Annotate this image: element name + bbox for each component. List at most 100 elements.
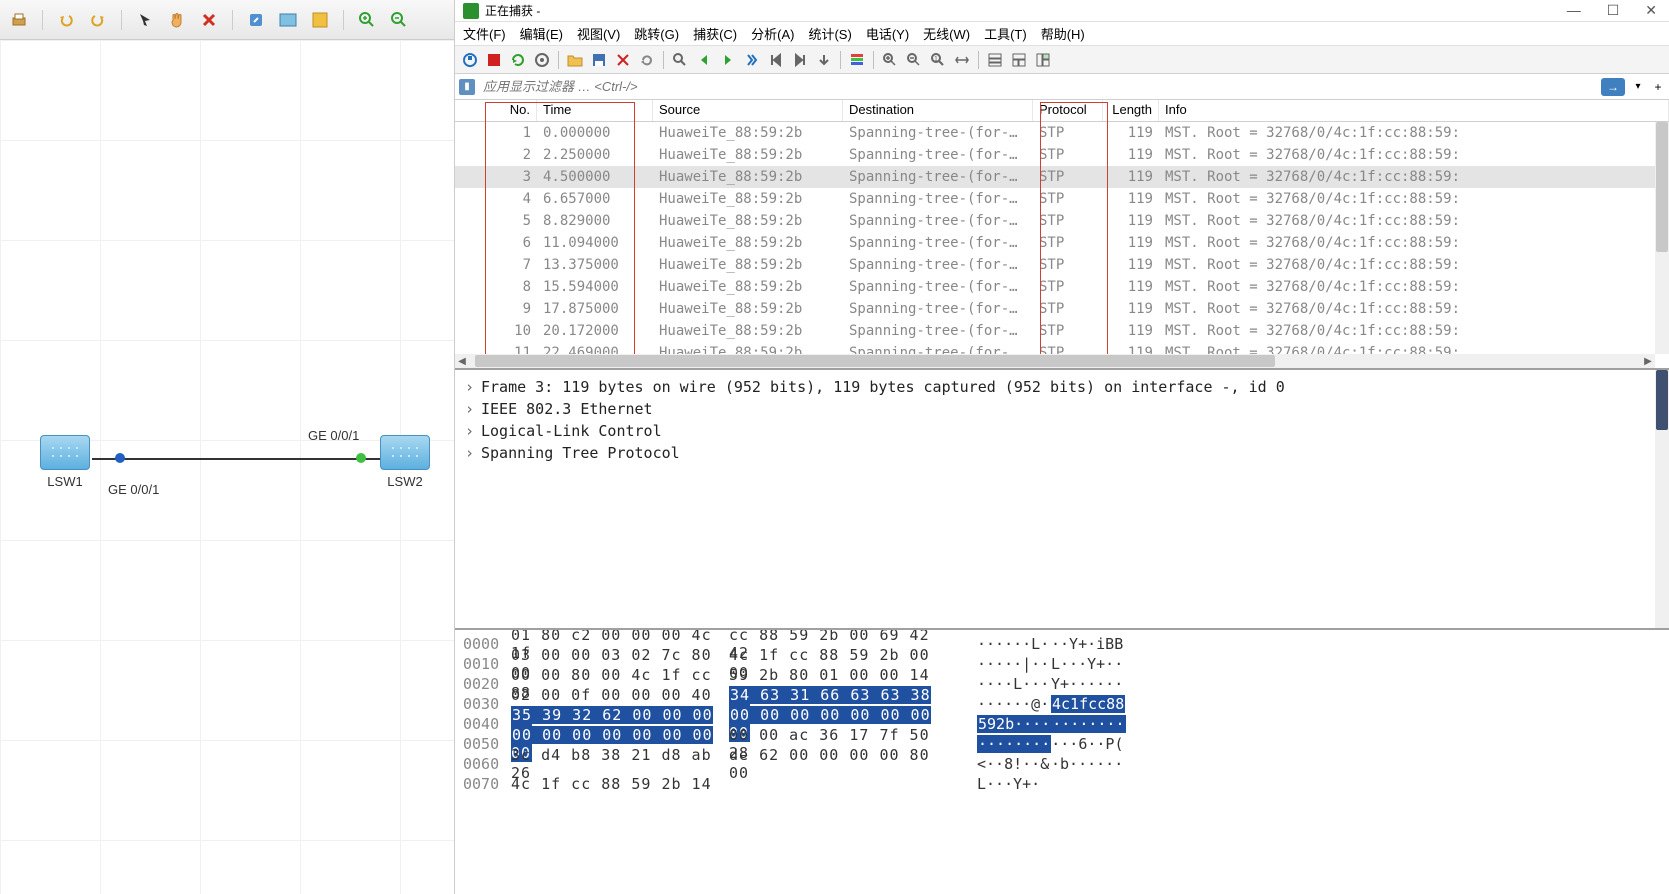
detail-llc: ›Logical-Link Control [465, 420, 1659, 442]
menu-analyze[interactable]: 分析(A) [751, 24, 794, 43]
first-packet-icon[interactable] [765, 49, 787, 71]
scroll-right-icon[interactable]: ▶ [1641, 354, 1655, 368]
auto-scroll-icon[interactable] [813, 49, 835, 71]
col-source[interactable]: Source [653, 100, 843, 121]
display-filter-input[interactable] [481, 77, 1595, 96]
zoom-out-icon[interactable] [903, 49, 925, 71]
layout1-icon[interactable] [984, 49, 1006, 71]
close-button[interactable]: ✕ [1641, 2, 1661, 19]
capture-options-icon[interactable] [531, 49, 553, 71]
menu-go[interactable]: 跳转(G) [634, 24, 679, 43]
capture-stop-icon[interactable] [483, 49, 505, 71]
link-line[interactable] [92, 458, 380, 460]
packet-row[interactable]: 917.875000HuaweiTe_88:59:2bSpanning-tree… [455, 298, 1669, 320]
switch-label: LSW1 [40, 474, 90, 489]
packet-row[interactable]: 22.250000HuaweiTe_88:59:2bSpanning-tree-… [455, 144, 1669, 166]
details-scroll-thumb[interactable] [1656, 370, 1668, 430]
hex-dump[interactable]: 000001 80 c2 00 00 00 4c 1fcc 88 59 2b 0… [455, 630, 1669, 894]
zoom-reset-icon[interactable]: 1 [927, 49, 949, 71]
menu-view[interactable]: 视图(V) [577, 24, 620, 43]
expand-icon[interactable]: › [465, 444, 475, 462]
add-filter-button[interactable]: + [1651, 78, 1665, 96]
last-packet-icon[interactable] [789, 49, 811, 71]
col-info[interactable]: Info [1159, 100, 1669, 121]
packet-row[interactable]: 58.829000HuaweiTe_88:59:2bSpanning-tree-… [455, 210, 1669, 232]
capture-restart-icon[interactable] [507, 49, 529, 71]
undo-icon[interactable] [55, 9, 77, 31]
expand-icon[interactable]: › [465, 400, 475, 418]
apply-filter-button[interactable]: → [1601, 78, 1625, 96]
switch-lsw1[interactable]: LSW1 [40, 435, 90, 489]
colorize-icon[interactable] [846, 49, 868, 71]
menu-capture[interactable]: 捕获(C) [693, 24, 737, 43]
delete-icon[interactable] [198, 9, 220, 31]
menu-file[interactable]: 文件(F) [463, 24, 506, 43]
zoom-in-icon[interactable] [879, 49, 901, 71]
hex-row[interactable]: 00704c 1f cc 88 59 2b 14L···Y+· [463, 774, 1661, 794]
detail-stp: ›Spanning Tree Protocol [465, 442, 1659, 464]
grid-icon[interactable] [309, 9, 331, 31]
packet-row[interactable]: 611.094000HuaweiTe_88:59:2bSpanning-tree… [455, 232, 1669, 254]
zoom-out-icon[interactable] [388, 9, 410, 31]
col-destination[interactable]: Destination [843, 100, 1033, 121]
col-time[interactable]: Time [537, 100, 653, 121]
switch-lsw2[interactable]: LSW2 [380, 435, 430, 489]
filter-bar: ▮ → ▾ + [455, 74, 1669, 100]
col-no[interactable]: No. [455, 100, 537, 121]
zoom-in-icon[interactable] [356, 9, 378, 31]
menu-stats[interactable]: 统计(S) [808, 24, 851, 43]
col-protocol[interactable]: Protocol [1033, 100, 1103, 121]
h-scrollbar[interactable]: ◀ ▶ [455, 354, 1655, 368]
layout2-icon[interactable] [1008, 49, 1030, 71]
v-scroll-thumb[interactable] [1656, 122, 1668, 252]
prev-packet-icon[interactable] [693, 49, 715, 71]
packet-row[interactable]: 1020.172000HuaweiTe_88:59:2bSpanning-tre… [455, 320, 1669, 342]
expand-icon[interactable]: › [465, 422, 475, 440]
wireshark-window: 正在捕获 - — ☐ ✕ 文件(F) 编辑(E) 视图(V) 跳转(G) 捕获(… [455, 0, 1669, 894]
packet-row[interactable]: 713.375000HuaweiTe_88:59:2bSpanning-tree… [455, 254, 1669, 276]
resize-columns-icon[interactable] [951, 49, 973, 71]
menu-help[interactable]: 帮助(H) [1041, 24, 1085, 43]
menu-wireless[interactable]: 无线(W) [923, 24, 970, 43]
minimize-button[interactable]: — [1563, 2, 1585, 19]
switch-icon [40, 435, 90, 470]
packet-row[interactable]: 34.500000HuaweiTe_88:59:2bSpanning-tree-… [455, 166, 1669, 188]
hand-icon[interactable] [166, 9, 188, 31]
packet-rows[interactable]: 10.000000HuaweiTe_88:59:2bSpanning-tree-… [455, 122, 1669, 364]
menu-edit[interactable]: 编辑(E) [520, 24, 563, 43]
col-length[interactable]: Length [1103, 100, 1159, 121]
maximize-button[interactable]: ☐ [1603, 2, 1624, 19]
menu-telephony[interactable]: 电话(Y) [866, 24, 909, 43]
packet-row[interactable]: 10.000000HuaweiTe_88:59:2bSpanning-tree-… [455, 122, 1669, 144]
packet-row[interactable]: 46.657000HuaweiTe_88:59:2bSpanning-tree-… [455, 188, 1669, 210]
topology-panel: LSW1 LSW2 GE 0/0/1 GE 0/0/1 [0, 0, 455, 894]
next-packet-icon[interactable] [717, 49, 739, 71]
filter-dropdown-icon[interactable]: ▾ [1631, 78, 1645, 96]
bookmark-icon[interactable]: ▮ [459, 79, 475, 95]
packet-row[interactable]: 815.594000HuaweiTe_88:59:2bSpanning-tree… [455, 276, 1669, 298]
port-dot-right [356, 453, 366, 463]
area-icon[interactable] [277, 9, 299, 31]
port-dot-left [115, 453, 125, 463]
close-file-icon[interactable] [612, 49, 634, 71]
packet-details[interactable]: ›Frame 3: 119 bytes on wire (952 bits), … [455, 370, 1669, 630]
layout3-icon[interactable] [1032, 49, 1054, 71]
expand-icon[interactable]: › [465, 378, 475, 396]
topology-canvas[interactable]: LSW1 LSW2 GE 0/0/1 GE 0/0/1 [0, 40, 454, 894]
v-scrollbar[interactable] [1655, 122, 1669, 354]
h-scroll-thumb[interactable] [475, 355, 1275, 367]
scroll-left-icon[interactable]: ◀ [455, 354, 469, 368]
hex-row[interactable]: 00603c d4 b8 38 21 d8 ab 26de 62 00 00 0… [463, 754, 1661, 774]
edit-icon[interactable] [245, 9, 267, 31]
print-icon[interactable] [8, 9, 30, 31]
details-scrollbar[interactable] [1655, 370, 1669, 628]
find-icon[interactable] [669, 49, 691, 71]
save-file-icon[interactable] [588, 49, 610, 71]
reload-icon[interactable] [636, 49, 658, 71]
menu-tools[interactable]: 工具(T) [984, 24, 1027, 43]
open-file-icon[interactable] [564, 49, 586, 71]
goto-packet-icon[interactable] [741, 49, 763, 71]
pointer-icon[interactable] [134, 9, 156, 31]
redo-icon[interactable] [87, 9, 109, 31]
capture-start-icon[interactable] [459, 49, 481, 71]
